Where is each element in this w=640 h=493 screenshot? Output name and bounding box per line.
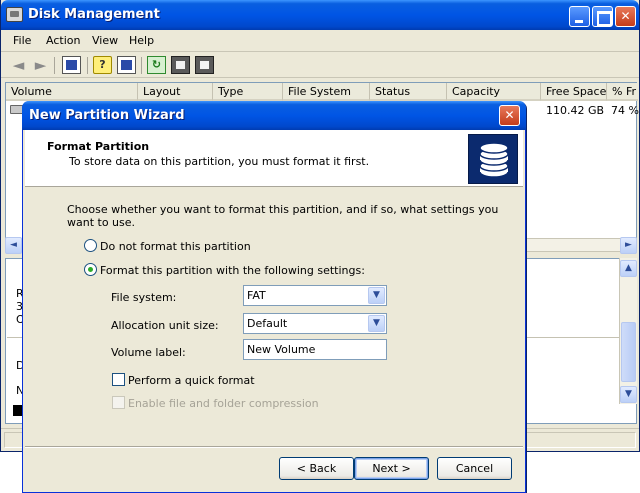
quick-format-label[interactable]: Perform a quick format [128, 374, 255, 387]
menu-bar: File Action View Help [1, 30, 639, 52]
new-partition-wizard-dialog: New Partition Wizard ✕ Format Partition … [22, 101, 526, 493]
cancel-button[interactable]: Cancel [437, 457, 512, 480]
allocation-unit-value: Default [247, 317, 288, 330]
wizard-body: Choose whether you want to format this p… [23, 188, 525, 448]
radio-do-not-format-label[interactable]: Do not format this partition [100, 240, 251, 253]
toolbar-separator [54, 57, 55, 74]
file-system-label: File system: [111, 291, 177, 304]
quick-format-checkbox[interactable] [112, 373, 125, 386]
refresh-icon[interactable]: ↻ [147, 56, 166, 74]
forward-arrow-icon[interactable]: ► [31, 56, 50, 74]
disk-stack-icon [468, 134, 518, 184]
radio-format-partition[interactable] [84, 263, 97, 276]
radio-format-partition-label[interactable]: Format this partition with the following… [100, 264, 365, 277]
allocation-unit-dropdown[interactable]: Default ▼ [243, 313, 387, 334]
file-system-dropdown[interactable]: FAT ▼ [243, 285, 387, 306]
back-arrow-icon[interactable]: ◄ [9, 56, 28, 74]
maximize-button[interactable] [592, 6, 613, 27]
menu-view[interactable]: View [92, 34, 118, 47]
chevron-down-icon[interactable]: ▼ [368, 287, 385, 304]
column-header-volume[interactable]: Volume [6, 83, 138, 101]
next-button[interactable]: Next > [354, 457, 429, 480]
column-header-layout[interactable]: Layout [138, 83, 213, 101]
wizard-close-button[interactable]: ✕ [499, 105, 520, 126]
column-header-file-system[interactable]: File System [283, 83, 370, 101]
scrollbar-thumb[interactable] [621, 322, 636, 382]
rescan-disks-icon[interactable] [195, 56, 214, 74]
scroll-right-icon[interactable]: ► [620, 237, 637, 254]
compression-checkbox [112, 396, 125, 409]
back-button[interactable]: < Back [279, 457, 354, 480]
scroll-left-icon[interactable]: ◄ [5, 237, 22, 254]
menu-file[interactable]: File [13, 34, 31, 47]
wizard-prompt: Choose whether you want to format this p… [67, 203, 499, 229]
menu-action[interactable]: Action [46, 34, 80, 47]
allocation-unit-label: Allocation unit size: [111, 319, 219, 332]
row-free-space: 110.42 GB [546, 104, 605, 117]
main-close-button[interactable]: ✕ [615, 6, 636, 27]
wizard-heading: Format Partition [47, 140, 150, 153]
main-titlebar[interactable]: Disk Management ✕ [1, 0, 639, 30]
status-pane [522, 432, 636, 448]
properties-icon[interactable] [117, 56, 136, 74]
column-header-type[interactable]: Type [213, 83, 283, 101]
show-hide-tree-icon[interactable] [62, 56, 81, 74]
volume-label-value: New Volume [247, 343, 316, 356]
compression-label: Enable file and folder compression [128, 397, 319, 410]
chevron-down-icon[interactable]: ▼ [368, 315, 385, 332]
column-header-status[interactable]: Status [370, 83, 447, 101]
toolbar: ◄ ► ? ↻ [1, 53, 639, 78]
main-window-title: Disk Management [28, 7, 160, 22]
column-header-percent-free[interactable]: % Fr [607, 83, 638, 101]
toolbar-separator [141, 57, 142, 74]
settings-icon[interactable] [171, 56, 190, 74]
column-header-free-space[interactable]: Free Space [541, 83, 607, 101]
disk-management-icon [6, 7, 23, 22]
scroll-down-icon[interactable]: ▼ [620, 386, 637, 403]
wizard-footer-divider [25, 446, 523, 448]
wizard-header: Format Partition To store data on this p… [25, 130, 523, 187]
column-header-capacity[interactable]: Capacity [447, 83, 541, 101]
minimize-button[interactable] [569, 6, 590, 27]
scroll-up-icon[interactable]: ▲ [620, 260, 637, 277]
row-percent-free: 74 % [611, 104, 639, 117]
wizard-subheading: To store data on this partition, you mus… [69, 155, 370, 168]
menu-help[interactable]: Help [129, 34, 154, 47]
wizard-title: New Partition Wizard [29, 108, 185, 123]
toolbar-separator [87, 57, 88, 74]
radio-do-not-format[interactable] [84, 239, 97, 252]
help-icon[interactable]: ? [93, 56, 112, 74]
file-system-value: FAT [247, 289, 266, 302]
volume-label-label: Volume label: [111, 346, 186, 359]
wizard-titlebar[interactable]: New Partition Wizard ✕ [22, 101, 526, 130]
volume-label-input[interactable]: New Volume [243, 339, 387, 360]
